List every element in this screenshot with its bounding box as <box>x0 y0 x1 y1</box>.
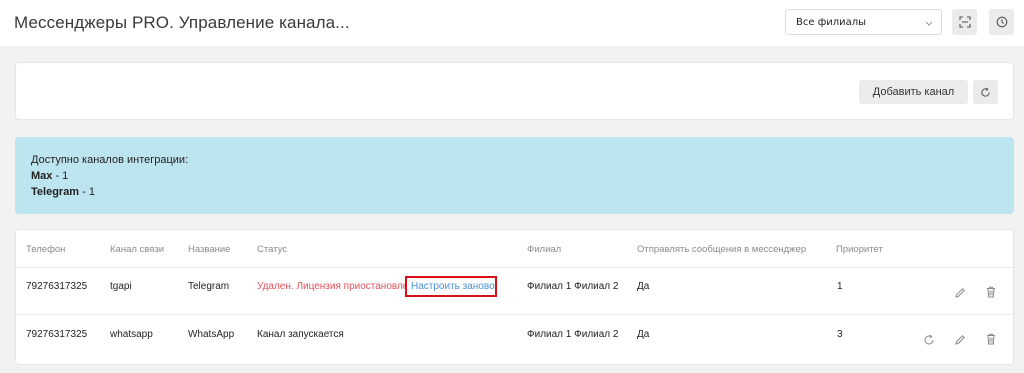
column-header-priority: Приоритет <box>836 244 883 255</box>
chevron-down-icon <box>925 21 933 26</box>
add-channel-button[interactable]: Добавить канал <box>859 80 968 104</box>
column-header-send: Отправлять сообщения в мессенджер <box>637 244 807 255</box>
channels-table: Телефон Канал связи Название Статус Фили… <box>15 229 1014 365</box>
cell-name: WhatsApp <box>188 329 235 340</box>
info-item-telegram: Telegram - 1 <box>31 186 95 198</box>
cell-channel: whatsapp <box>110 329 153 340</box>
branch-select[interactable]: Все филиалы <box>785 9 942 35</box>
cell-send: Да <box>637 329 650 340</box>
info-item-name: Max <box>31 170 53 182</box>
history-button[interactable] <box>989 9 1014 35</box>
divider <box>16 267 1013 268</box>
cell-phone: 79276317325 <box>26 281 88 292</box>
cell-status: Канал запускается <box>257 329 344 340</box>
branch-select-value: Все филиалы <box>796 17 867 28</box>
reconfigure-link-label: Настроить заново <box>411 281 495 292</box>
column-header-name: Название <box>188 244 231 255</box>
cell-channel: tgapi <box>110 281 132 292</box>
cell-priority: 1 <box>837 281 843 292</box>
info-heading: Доступно каналов интеграции: <box>31 154 189 166</box>
column-header-phone: Телефон <box>26 244 66 255</box>
column-header-channel: Канал связи <box>110 244 165 255</box>
cell-phone: 79276317325 <box>26 329 88 340</box>
integration-info-box: Доступно каналов интеграции: Max - 1 Tel… <box>15 137 1014 214</box>
column-header-branch: Филиал <box>527 244 562 255</box>
column-header-status: Статус <box>257 244 288 255</box>
fullscreen-icon <box>958 16 971 28</box>
cell-name: Telegram <box>188 281 230 292</box>
refresh-icon[interactable] <box>922 333 936 347</box>
info-item-count: - 1 <box>79 186 95 198</box>
cell-priority: 3 <box>837 329 843 340</box>
top-header: Мессенджеры PRO. Управление канала... Вс… <box>0 0 1024 46</box>
fullscreen-button[interactable] <box>952 9 977 35</box>
trash-icon[interactable] <box>984 285 998 299</box>
cell-branch: Филиал 1 Филиал 2 <box>527 281 619 292</box>
info-item-count: - 1 <box>52 170 69 182</box>
toolbar-card: Добавить канал <box>15 62 1014 120</box>
cell-branch: Филиал 1 Филиал 2 <box>527 329 619 340</box>
info-item-name: Telegram <box>31 186 80 198</box>
reconfigure-link[interactable]: Настроить заново <box>405 276 497 297</box>
refresh-icon <box>981 86 990 97</box>
divider <box>16 314 1013 315</box>
info-item-max: Max - 1 <box>31 170 68 182</box>
refresh-button[interactable] <box>973 80 998 104</box>
page-title: Мессенджеры PRO. Управление канала... <box>14 13 350 32</box>
edit-icon[interactable] <box>953 333 967 347</box>
trash-icon[interactable] <box>984 332 998 346</box>
cell-send: Да <box>637 281 650 292</box>
history-icon <box>996 16 1007 28</box>
cell-status: Удален. Лицензия приостановлена. <box>257 281 406 292</box>
edit-icon[interactable] <box>953 286 967 300</box>
